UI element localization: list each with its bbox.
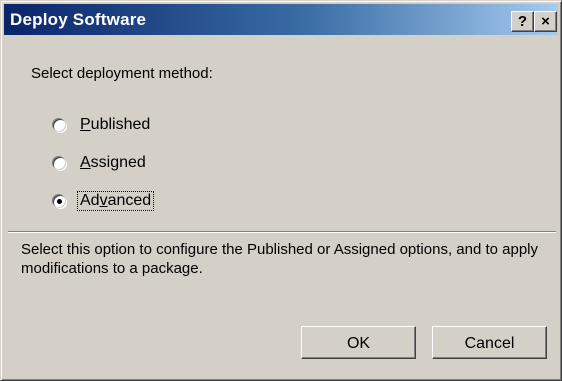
ok-button[interactable]: OK xyxy=(301,326,416,359)
deploy-software-dialog: Deploy Software ? × Select deployment me… xyxy=(0,0,562,381)
label-rest: ublished xyxy=(90,116,151,133)
close-button[interactable]: × xyxy=(534,11,557,32)
dialog-content: Select deployment method: Published Assi… xyxy=(4,35,558,377)
label-prefix: Ad xyxy=(80,192,100,209)
radio-button-advanced[interactable] xyxy=(53,194,66,208)
radio-option-advanced[interactable]: Advanced xyxy=(53,190,155,212)
radio-label-published[interactable]: Published xyxy=(78,116,152,134)
label-rest: ssigned xyxy=(90,154,146,171)
separator-line xyxy=(8,231,556,233)
radio-option-published[interactable]: Published xyxy=(53,114,152,136)
title-bar[interactable]: Deploy Software ? × xyxy=(4,4,558,35)
deployment-method-prompt: Select deployment method: xyxy=(31,65,213,82)
radio-option-assigned[interactable]: Assigned xyxy=(53,152,148,174)
radio-button-assigned[interactable] xyxy=(53,156,66,170)
help-button[interactable]: ? xyxy=(511,11,534,32)
label-rest: anced xyxy=(107,192,152,209)
selected-dot-icon xyxy=(57,198,62,204)
mnemonic-p: P xyxy=(80,116,91,133)
radio-button-published[interactable] xyxy=(53,118,66,132)
mnemonic-a: A xyxy=(80,154,91,171)
dialog-title: Deploy Software xyxy=(10,10,147,29)
radio-label-advanced[interactable]: Advanced xyxy=(76,191,155,211)
mnemonic-v: v xyxy=(99,192,108,209)
option-description: Select this option to configure the Publ… xyxy=(21,241,539,277)
radio-label-assigned[interactable]: Assigned xyxy=(78,154,148,172)
cancel-button[interactable]: Cancel xyxy=(432,326,547,359)
